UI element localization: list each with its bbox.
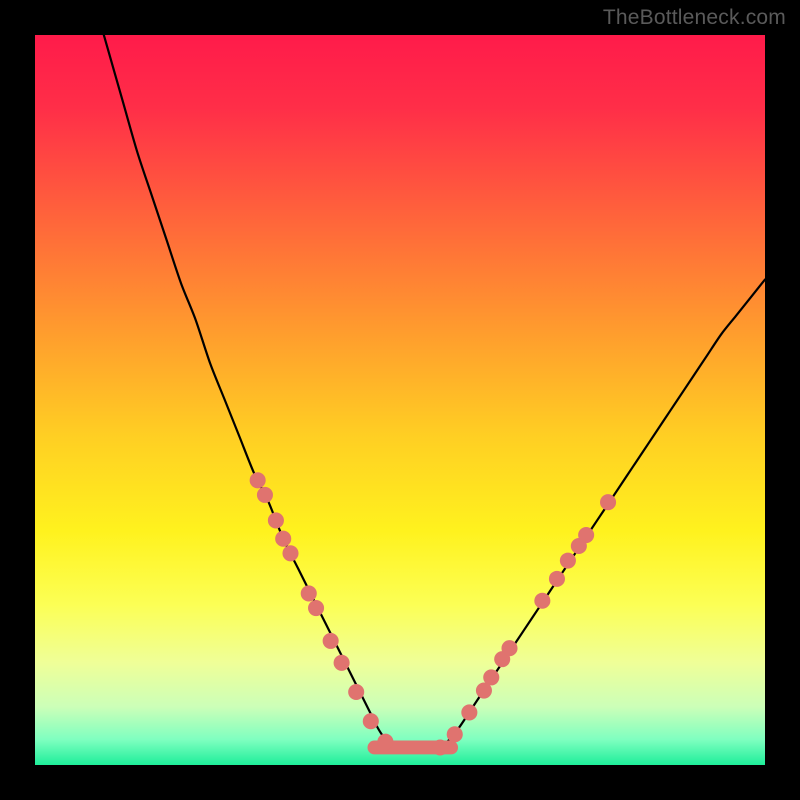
plot-svg (35, 35, 765, 765)
data-marker (308, 600, 324, 616)
data-marker (461, 704, 477, 720)
gradient-bg (35, 35, 765, 765)
data-marker (275, 531, 291, 547)
data-marker (268, 512, 284, 528)
watermark-text: TheBottleneck.com (603, 6, 786, 30)
data-marker (560, 553, 576, 569)
data-marker (534, 593, 550, 609)
data-marker (348, 684, 364, 700)
data-marker (549, 571, 565, 587)
data-marker (377, 734, 393, 750)
data-marker (323, 633, 339, 649)
stage: TheBottleneck.com (0, 0, 800, 800)
data-marker (501, 640, 517, 656)
data-marker (282, 545, 298, 561)
data-marker (301, 585, 317, 601)
data-marker (447, 726, 463, 742)
data-marker (250, 472, 266, 488)
data-marker (578, 527, 594, 543)
data-marker (432, 739, 448, 755)
data-marker (483, 669, 499, 685)
plot-area (35, 35, 765, 765)
data-marker (257, 487, 273, 503)
data-marker (600, 494, 616, 510)
data-marker (363, 713, 379, 729)
data-marker (334, 655, 350, 671)
